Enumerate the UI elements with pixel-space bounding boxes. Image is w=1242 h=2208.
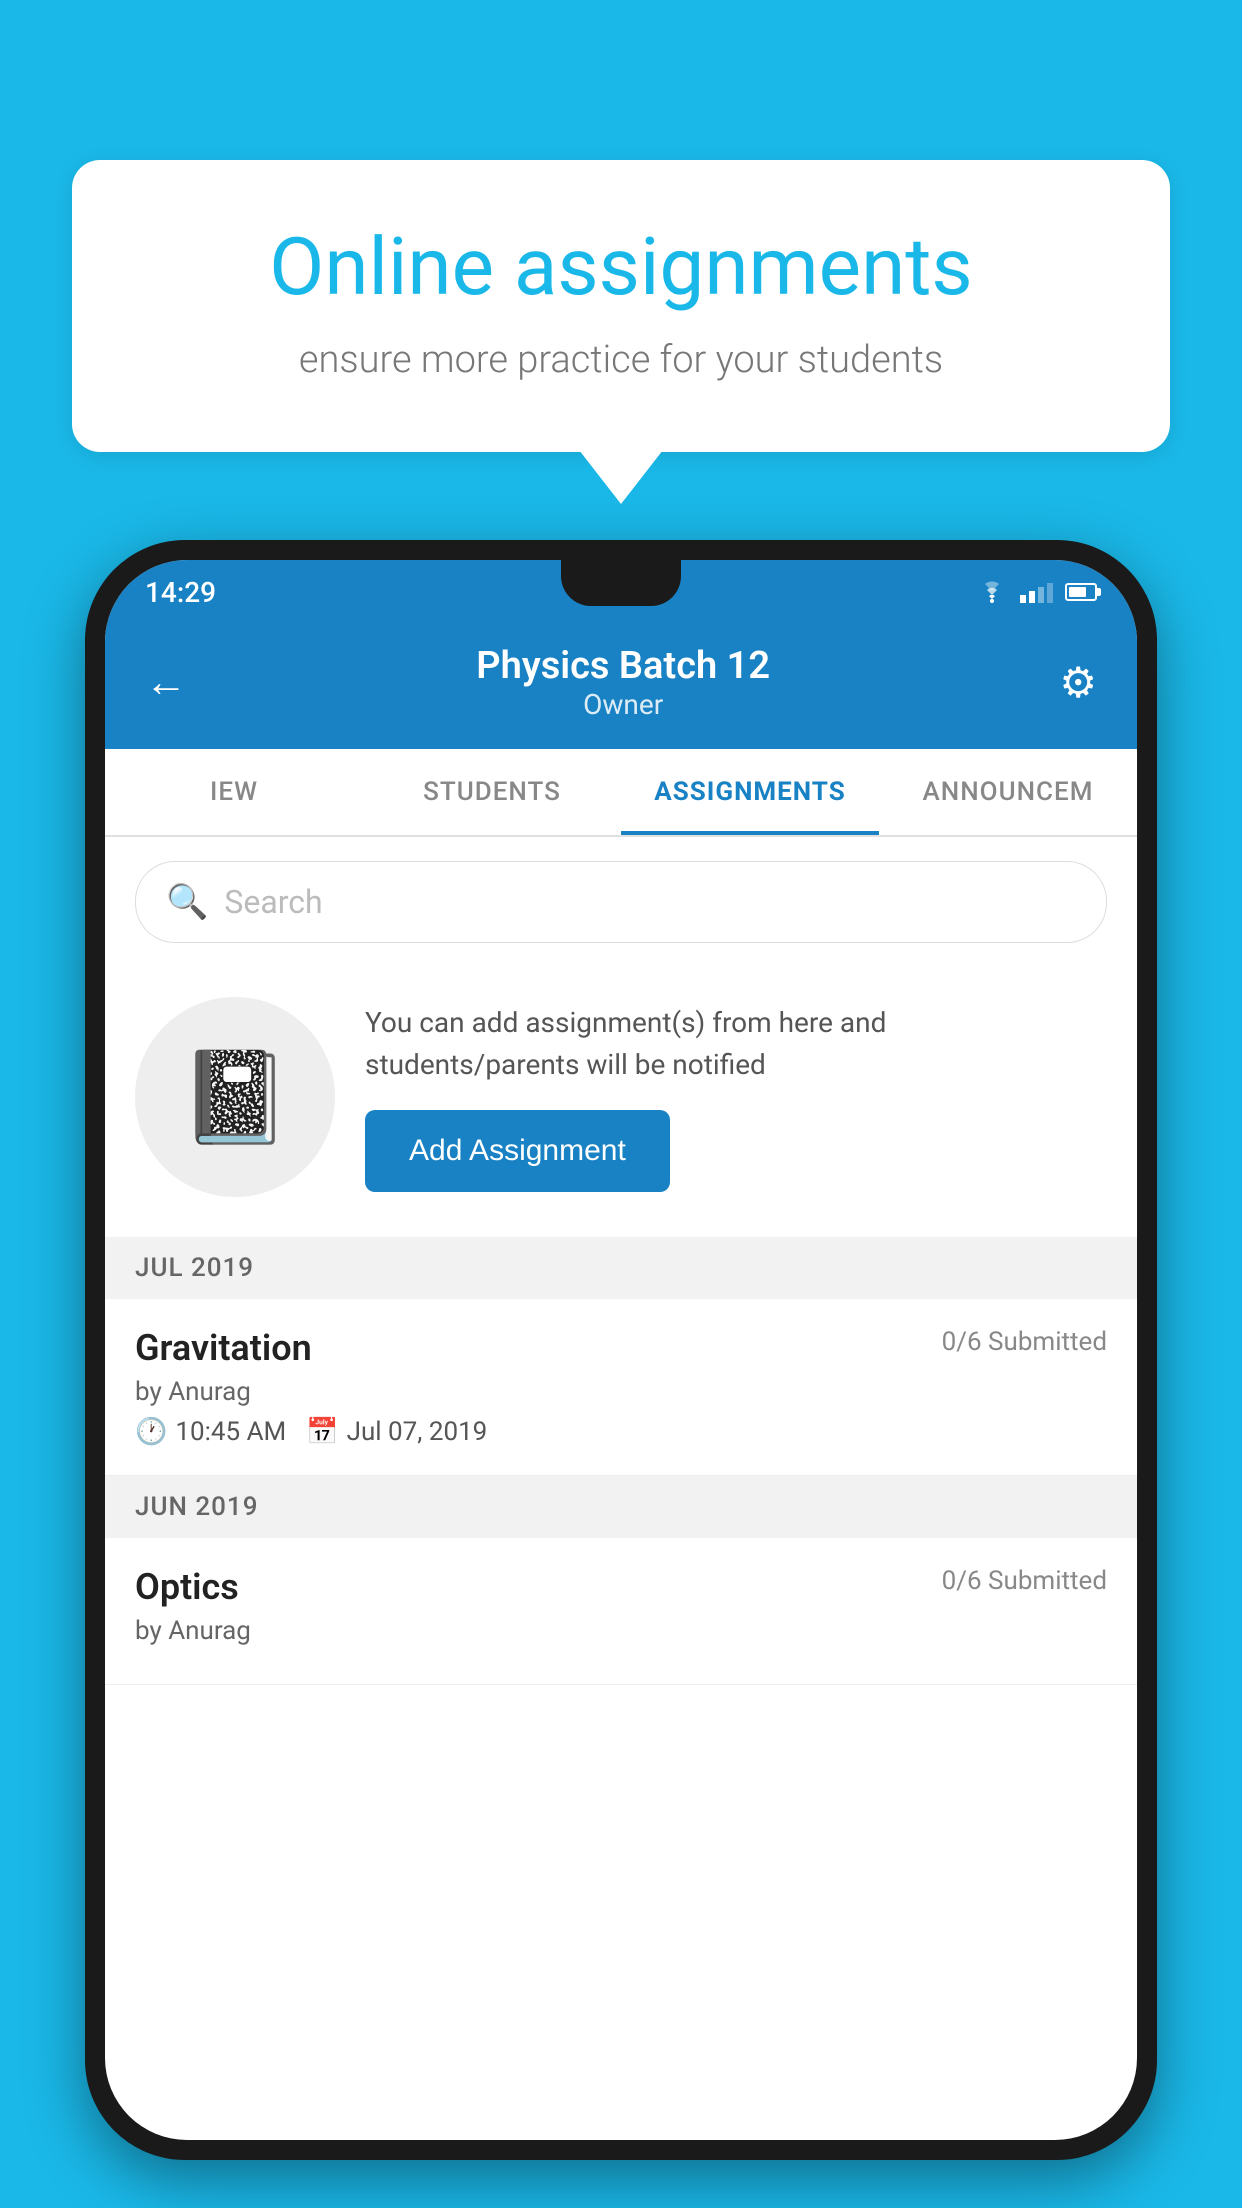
notebook-icon: 📓 xyxy=(179,1045,291,1150)
signal-icon xyxy=(1020,581,1053,603)
tab-announcements[interactable]: ANNOUNCEM xyxy=(879,749,1137,835)
info-description: You can add assignment(s) from here and … xyxy=(365,1002,1107,1086)
content-area: 🔍 Search 📓 You can add assignment(s) fro… xyxy=(105,837,1137,1685)
date-value: Jul 07, 2019 xyxy=(347,1417,488,1447)
search-placeholder: Search xyxy=(224,883,322,921)
wifi-icon xyxy=(976,581,1008,603)
assignment-by-optics: by Anurag xyxy=(135,1616,1107,1646)
assignment-item-gravitation[interactable]: Gravitation 0/6 Submitted by Anurag 🕐 10… xyxy=(105,1299,1137,1476)
assignment-name: Gravitation xyxy=(135,1327,312,1369)
speech-bubble-title: Online assignments xyxy=(142,220,1100,314)
clock-icon: 🕐 xyxy=(135,1417,167,1447)
status-icons xyxy=(976,581,1097,603)
section-jun-2019: JUN 2019 xyxy=(105,1476,1137,1538)
tab-students[interactable]: STUDENTS xyxy=(363,749,621,835)
status-bar: 14:29 xyxy=(105,560,1137,624)
tabs-bar: IEW STUDENTS ASSIGNMENTS ANNOUNCEM xyxy=(105,749,1137,837)
info-card: 📓 You can add assignment(s) from here an… xyxy=(105,967,1137,1237)
assignment-datetime: 🕐 10:45 AM 📅 Jul 07, 2019 xyxy=(135,1417,1107,1447)
search-bar[interactable]: 🔍 Search xyxy=(135,861,1107,943)
datetime-date: 📅 Jul 07, 2019 xyxy=(306,1417,487,1447)
assignment-top-optics: Optics 0/6 Submitted xyxy=(135,1566,1107,1608)
assignment-item-optics[interactable]: Optics 0/6 Submitted by Anurag xyxy=(105,1538,1137,1685)
battery-icon xyxy=(1065,583,1097,601)
phone-inner: 14:29 xyxy=(105,560,1137,2140)
speech-bubble-subtitle: ensure more practice for your students xyxy=(142,338,1100,382)
header-subtitle: Owner xyxy=(476,688,770,721)
calendar-icon: 📅 xyxy=(306,1417,338,1447)
status-time: 14:29 xyxy=(145,576,216,609)
assignment-submitted-optics: 0/6 Submitted xyxy=(942,1566,1107,1596)
notch xyxy=(561,560,681,606)
phone-frame: 14:29 xyxy=(85,540,1157,2160)
info-text-block: You can add assignment(s) from here and … xyxy=(365,1002,1107,1192)
assignment-submitted: 0/6 Submitted xyxy=(942,1327,1107,1357)
section-jul-2019: JUL 2019 xyxy=(105,1237,1137,1299)
header-title-block: Physics Batch 12 Owner xyxy=(476,644,770,721)
search-icon: 🔍 xyxy=(166,882,208,922)
time-value: 10:45 AM xyxy=(175,1417,286,1447)
tab-iew[interactable]: IEW xyxy=(105,749,363,835)
app-header: ← Physics Batch 12 Owner ⚙ xyxy=(105,624,1137,749)
back-button[interactable]: ← xyxy=(145,658,187,707)
assignment-name-optics: Optics xyxy=(135,1566,239,1608)
header-title: Physics Batch 12 xyxy=(476,644,770,688)
datetime-time: 🕐 10:45 AM xyxy=(135,1417,286,1447)
assignment-by: by Anurag xyxy=(135,1377,1107,1407)
settings-icon[interactable]: ⚙ xyxy=(1059,658,1097,708)
speech-bubble-container: Online assignments ensure more practice … xyxy=(72,160,1170,452)
tab-assignments[interactable]: ASSIGNMENTS xyxy=(621,749,879,835)
speech-bubble: Online assignments ensure more practice … xyxy=(72,160,1170,452)
add-assignment-button[interactable]: Add Assignment xyxy=(365,1110,670,1192)
assignment-icon-circle: 📓 xyxy=(135,997,335,1197)
assignment-top: Gravitation 0/6 Submitted xyxy=(135,1327,1107,1369)
search-container: 🔍 Search xyxy=(105,837,1137,967)
